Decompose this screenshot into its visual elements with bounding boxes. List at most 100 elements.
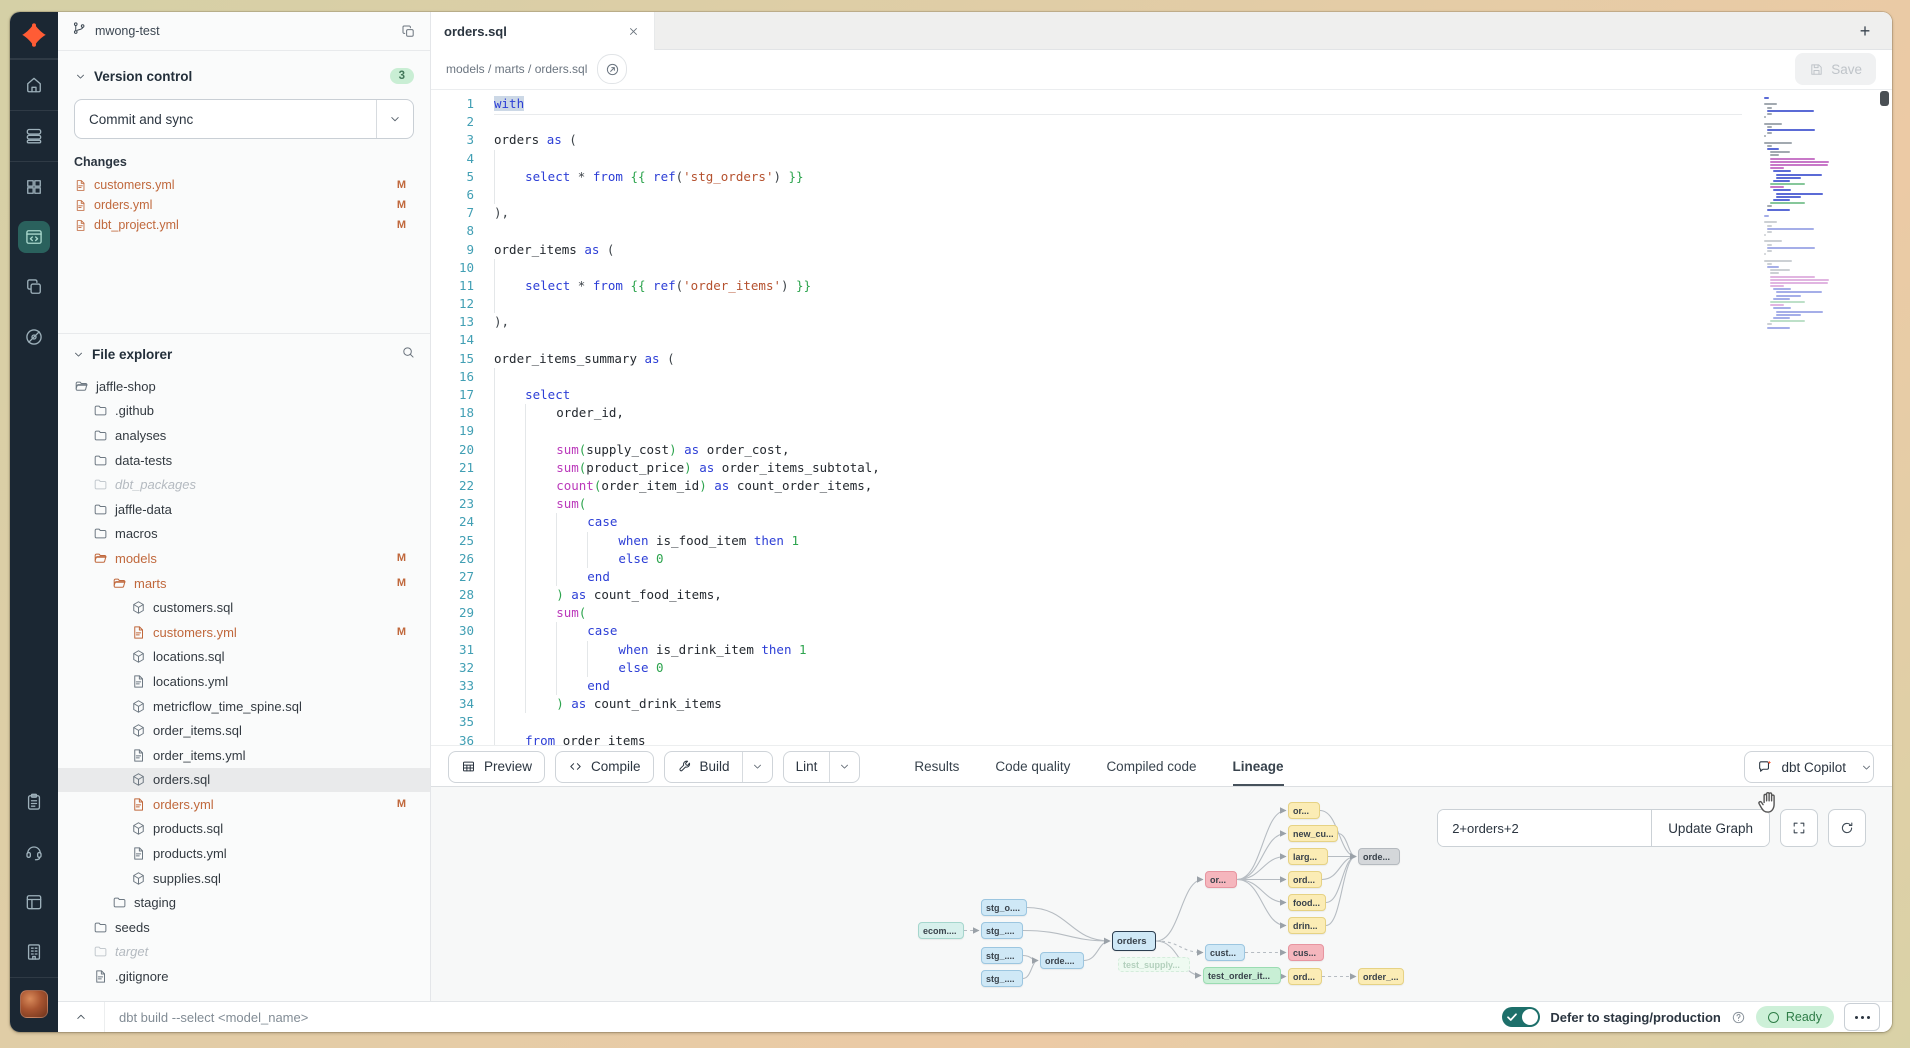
lineage-node-gray[interactable]: orde... (1358, 848, 1400, 865)
lineage-node-orders[interactable]: orders (1112, 931, 1156, 951)
lineage-filter-input[interactable] (1438, 810, 1651, 846)
chevron-down-icon[interactable] (72, 348, 85, 361)
lineage-node-orde1[interactable]: orde.... (1040, 952, 1084, 969)
tree-item-locations-yml[interactable]: locations.yml (58, 669, 430, 694)
tree-item-products-sql[interactable]: products.sql (58, 817, 430, 842)
tree-item-orders-yml[interactable]: orders.ymlM (58, 792, 430, 817)
chevron-down-icon[interactable] (829, 752, 859, 782)
tree-item--gitignore[interactable]: .gitignore (58, 964, 430, 989)
chevron-up-icon[interactable] (58, 1002, 105, 1032)
sidebar-item-support[interactable] (10, 827, 58, 877)
tree-item-jaffle-shop[interactable]: jaffle-shop (58, 374, 430, 399)
dbt-copilot-button[interactable]: dbt Copilot (1744, 751, 1874, 783)
sidebar-item-docs[interactable] (10, 877, 58, 927)
build-button[interactable]: Build (664, 751, 773, 783)
fullscreen-icon[interactable] (1780, 809, 1818, 847)
tree-item-order-items-yml[interactable]: order_items.yml (58, 743, 430, 768)
update-graph-button[interactable]: Update Graph (1651, 810, 1769, 846)
branch-name[interactable]: mwong-test (95, 24, 401, 38)
dbt-logo[interactable] (10, 12, 58, 59)
tree-item-products-yml[interactable]: products.yml (58, 841, 430, 866)
lineage-node-cuspink[interactable]: cus... (1288, 944, 1324, 961)
tree-item-seeds[interactable]: seeds (58, 915, 430, 940)
tree-item-data-tests[interactable]: data-tests (58, 448, 430, 473)
sidebar-item-warehouse[interactable] (10, 110, 58, 161)
lineage-node-ecom[interactable]: ecom.... (918, 922, 964, 939)
command-input[interactable]: dbt build --select <model_name> (119, 1010, 1502, 1025)
defer-toggle[interactable] (1502, 1007, 1540, 1027)
lineage-node-cust[interactable]: cust... (1205, 944, 1245, 961)
save-button[interactable]: Save (1795, 53, 1876, 85)
tree-item-metricflow-time-spine-sql[interactable]: metricflow_time_spine.sql (58, 694, 430, 719)
search-icon[interactable] (401, 345, 416, 363)
lineage-node-y_larg[interactable]: larg... (1288, 848, 1328, 865)
user-avatar[interactable] (20, 990, 48, 1018)
lineage-node-y_ord1[interactable]: ord... (1288, 871, 1322, 888)
changed-file[interactable]: orders.ymlM (74, 195, 414, 215)
sidebar-item-clipboard[interactable] (10, 777, 58, 827)
sidebar-item-dashboard[interactable] (10, 161, 58, 212)
scrollbar[interactable] (1880, 91, 1889, 106)
tree-item-locations-sql[interactable]: locations.sql (58, 645, 430, 670)
lint-button[interactable]: Lint (783, 751, 861, 783)
sidebar-item-code-editor[interactable] (10, 212, 58, 262)
lineage-node-y_food[interactable]: food... (1288, 894, 1326, 911)
lineage-node-stg1[interactable]: stg_o.... (981, 899, 1027, 916)
tree-item-marts[interactable]: martsM (58, 571, 430, 596)
commit-and-sync-button[interactable]: Commit and sync (74, 99, 414, 139)
file-explorer-header[interactable]: File explorer (58, 334, 430, 374)
tree-item-dbt-packages[interactable]: dbt_packages (58, 472, 430, 497)
chevron-down-icon[interactable] (742, 752, 772, 782)
refresh-icon[interactable] (1828, 809, 1866, 847)
version-control-header[interactable]: Version control 3 (74, 61, 414, 91)
lineage-node-y_new[interactable]: new_cu... (1288, 825, 1338, 842)
sidebar-item-orchestration[interactable] (10, 262, 58, 312)
commit-options-dropdown[interactable] (376, 100, 413, 138)
breadcrumb[interactable]: models / marts / orders.sql (446, 62, 587, 76)
tab-lineage[interactable]: Lineage (1233, 746, 1284, 787)
close-icon[interactable] (627, 25, 640, 38)
tree-item-macros[interactable]: macros (58, 522, 430, 547)
tree-item-analyses[interactable]: analyses (58, 423, 430, 448)
minimap[interactable] (1764, 97, 1844, 333)
preview-button[interactable]: Preview (448, 751, 545, 783)
changed-file[interactable]: customers.ymlM (74, 175, 414, 195)
tree-item--github[interactable]: .github (58, 399, 430, 424)
sidebar-item-home[interactable] (10, 59, 58, 110)
lineage-node-testoi[interactable]: test_order_it... (1203, 967, 1281, 984)
lineage-node-stg4[interactable]: stg_.... (981, 970, 1023, 987)
lineage-node-stg3[interactable]: stg_.... (981, 947, 1023, 964)
code-editor[interactable]: 1234567891011121314151617181920212223242… (430, 89, 1892, 745)
branch-header[interactable]: mwong-test (58, 12, 430, 51)
tree-item-models[interactable]: modelsM (58, 546, 430, 571)
sidebar-item-explore[interactable] (10, 312, 58, 362)
chevron-down-icon[interactable] (74, 70, 87, 83)
lineage-node-ghost[interactable]: test_supply... (1118, 957, 1190, 972)
changed-file[interactable]: dbt_project.ymlM (74, 215, 414, 235)
breadcrumb-action-icon[interactable] (597, 54, 627, 84)
lineage-node-y_order[interactable]: order_... (1358, 968, 1404, 985)
tree-item-customers-yml[interactable]: customers.ymlM (58, 620, 430, 645)
lineage-node-y_or[interactable]: or... (1288, 802, 1320, 819)
tree-item-staging[interactable]: staging (58, 890, 430, 915)
tab-orders-sql[interactable]: orders.sql (430, 12, 655, 50)
tree-item-customers-sql[interactable]: customers.sql (58, 595, 430, 620)
tree-item-order-items-sql[interactable]: order_items.sql (58, 718, 430, 743)
lineage-node-orpink[interactable]: or... (1205, 871, 1237, 888)
tree-item-orders-sql[interactable]: orders.sql (58, 768, 430, 793)
tab-compiled-code[interactable]: Compiled code (1106, 746, 1196, 787)
tree-item-supplies-sql[interactable]: supplies.sql (58, 866, 430, 891)
lineage-node-y_ord2[interactable]: ord... (1288, 968, 1322, 985)
help-icon[interactable] (1731, 1010, 1746, 1025)
lineage-panel[interactable]: ecom.... stg_o.... stg_.... stg_.... stg_...… (430, 786, 1892, 1002)
lineage-node-y_drin[interactable]: drin... (1288, 917, 1326, 934)
sidebar-item-organization[interactable] (10, 927, 58, 977)
compile-button[interactable]: Compile (555, 751, 654, 783)
lineage-node-stg2[interactable]: stg_.... (981, 922, 1023, 939)
more-options-button[interactable] (1844, 1003, 1880, 1031)
tab-code-quality[interactable]: Code quality (995, 746, 1070, 787)
new-tab-button[interactable]: + (1852, 18, 1878, 44)
tree-item-jaffle-data[interactable]: jaffle-data (58, 497, 430, 522)
tab-results[interactable]: Results (914, 746, 959, 787)
copy-icon[interactable] (401, 24, 416, 39)
